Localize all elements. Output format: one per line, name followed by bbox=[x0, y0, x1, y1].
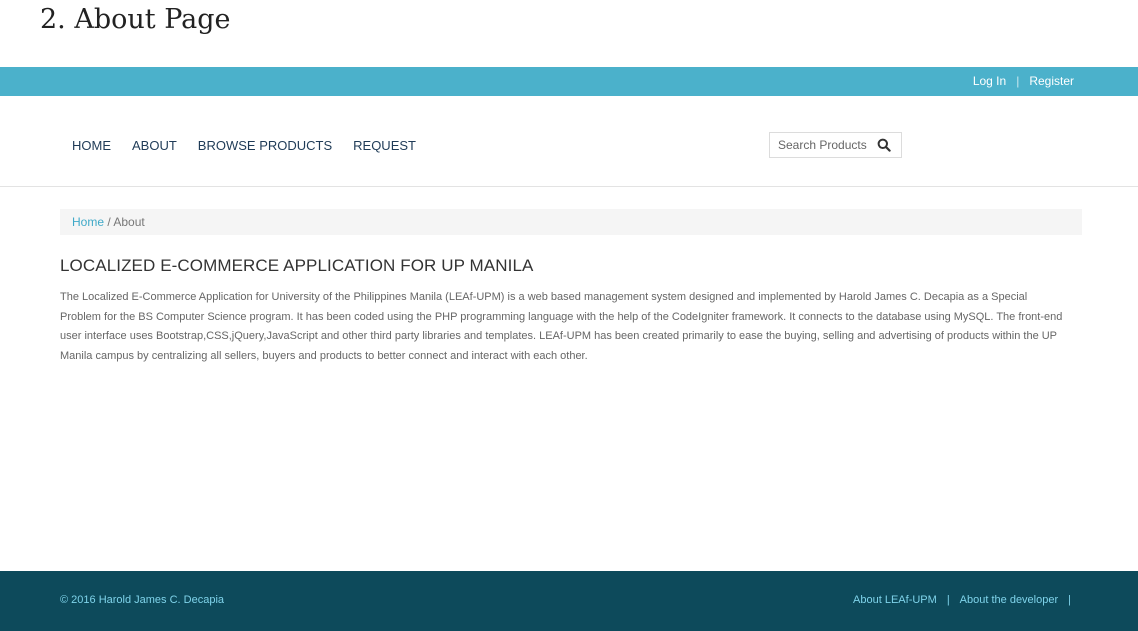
register-link[interactable]: Register bbox=[1029, 74, 1074, 88]
footer-separator-end: | bbox=[1068, 594, 1071, 606]
nav-request[interactable]: REQUEST bbox=[353, 138, 416, 153]
footer-link-about[interactable]: About LEAf-UPM bbox=[853, 594, 937, 606]
main-nav: HOME ABOUT BROWSE PRODUCTS REQUEST bbox=[72, 138, 437, 153]
about-description: The Localized E-Commerce Application for… bbox=[60, 291, 1063, 362]
footer-link-developer[interactable]: About the developer bbox=[960, 594, 1058, 606]
page-title: LOCALIZED E-COMMERCE APPLICATION FOR UP … bbox=[60, 256, 534, 275]
search-input[interactable] bbox=[770, 133, 878, 157]
search-box bbox=[769, 132, 902, 158]
login-link[interactable]: Log In bbox=[973, 74, 1006, 88]
breadcrumb: Home / About bbox=[60, 209, 1082, 235]
footer-copyright: © 2016 Harold James C. Decapia bbox=[60, 594, 225, 606]
nav-about[interactable]: ABOUT bbox=[132, 138, 177, 153]
breadcrumb-current: / About bbox=[104, 215, 145, 229]
nav-home[interactable]: HOME bbox=[72, 138, 111, 153]
footer-links: About LEAf-UPM | About the developer | bbox=[853, 594, 1081, 606]
breadcrumb-home-link[interactable]: Home bbox=[72, 215, 104, 229]
auth-separator: | bbox=[1016, 74, 1020, 88]
footer-separator: | bbox=[946, 594, 950, 606]
auth-links: Log In | Register bbox=[973, 67, 1074, 96]
navigation-row: HOME ABOUT BROWSE PRODUCTS REQUEST bbox=[0, 96, 1138, 187]
search-icon[interactable] bbox=[877, 138, 891, 152]
document-caption: 2. About Page bbox=[40, 4, 231, 35]
nav-browse-products[interactable]: BROWSE PRODUCTS bbox=[198, 138, 332, 153]
top-bar: Log In | Register bbox=[0, 67, 1138, 96]
footer: © 2016 Harold James C. Decapia About LEA… bbox=[0, 571, 1138, 631]
